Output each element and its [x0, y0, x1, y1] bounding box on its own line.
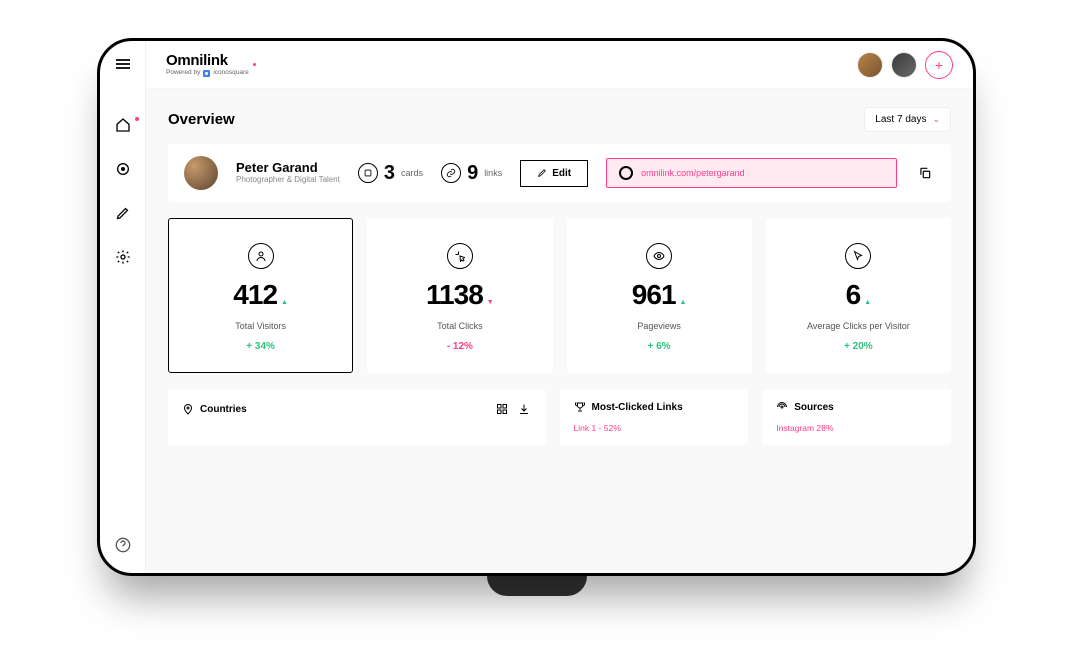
metric-value: 1138 — [426, 279, 483, 311]
profile-url: omnilink.com/petergarand — [641, 168, 745, 178]
metrics-grid: 412 ▲ Total Visitors + 34% 1138 ▼ Total Cl… — [168, 218, 951, 373]
profile-avatar — [184, 156, 218, 190]
workspace-avatar-2[interactable] — [891, 52, 917, 78]
eye-icon — [646, 243, 672, 269]
links-icon — [441, 163, 461, 183]
trend-up-icon: ▲ — [864, 299, 871, 306]
nav-edit[interactable] — [113, 203, 133, 223]
workspace-avatar-1[interactable] — [857, 52, 883, 78]
metric-value: 6 — [846, 279, 861, 311]
links-label: links — [484, 168, 502, 178]
download-button[interactable] — [516, 401, 532, 417]
metric-change: + 34% — [246, 341, 275, 352]
most-clicked-links-panel: Most-Clicked Links Link 1 - 52% — [560, 389, 749, 445]
metric-label: Average Clicks per Visitor — [807, 321, 910, 331]
metric-value: 412 — [233, 279, 277, 311]
profile-name: Peter Garand — [236, 161, 340, 175]
copy-icon — [918, 166, 932, 180]
panels-row: Countries Most-Clicked Links Link 1 - 52… — [168, 389, 951, 445]
iconosquare-icon — [203, 70, 210, 77]
metric-label: Total Visitors — [235, 321, 286, 331]
content-area: Overview Last 7 days ⌄ Peter Garand Phot… — [146, 89, 973, 573]
pin-icon — [182, 403, 194, 415]
trend-up-icon: ▲ — [281, 299, 288, 306]
cards-icon — [358, 163, 378, 183]
grid-view-button[interactable] — [494, 401, 510, 417]
metric-total-visitors[interactable]: 412 ▲ Total Visitors + 34% — [168, 218, 353, 373]
page-title: Overview — [168, 111, 235, 128]
copy-link-button[interactable] — [915, 163, 935, 183]
cursor-icon — [845, 243, 871, 269]
visitor-icon — [248, 243, 274, 269]
cards-label: cards — [401, 168, 423, 178]
metric-change: - 12% — [447, 341, 473, 352]
trophy-icon — [574, 401, 586, 413]
nav-help[interactable] — [113, 535, 133, 555]
profile-bar: Peter Garand Photographer & Digital Tale… — [168, 144, 951, 202]
metric-change: + 20% — [844, 341, 873, 352]
menu-icon[interactable] — [116, 59, 130, 69]
links-count: 9 — [467, 162, 478, 185]
sidebar — [100, 41, 146, 573]
metric-total-clicks[interactable]: 1138 ▼ Total Clicks - 12% — [367, 218, 552, 373]
date-range-label: Last 7 days — [875, 114, 926, 125]
metric-value: 961 — [632, 279, 676, 311]
trend-up-icon: ▲ — [680, 299, 687, 306]
metric-pageviews[interactable]: 961 ▲ Pageviews + 6% — [567, 218, 752, 373]
metric-avg-clicks[interactable]: 6▲ Average Clicks per Visitor + 20% — [766, 218, 951, 373]
link-row: Link 1 - 52% — [574, 423, 735, 433]
panel-title: Sources — [794, 402, 833, 413]
trend-down-icon: ▼ — [487, 299, 494, 306]
profile-role: Photographer & Digital Talent — [236, 176, 340, 185]
nav-settings[interactable] — [113, 247, 133, 267]
links-stat: 9 links — [441, 162, 502, 185]
powered-name: iconosquare — [213, 70, 248, 77]
panel-title: Most-Clicked Links — [592, 402, 683, 413]
cards-stat: 3 cards — [358, 162, 423, 185]
add-button[interactable]: + — [925, 51, 953, 79]
nav-home[interactable] — [113, 115, 133, 135]
source-row: Instagram 28% — [776, 423, 937, 433]
metric-change: + 6% — [648, 341, 671, 352]
brand-logo: Omnilink Powered by iconosquare — [166, 53, 249, 77]
date-range-filter[interactable]: Last 7 days ⌄ — [864, 107, 951, 132]
brand-name-text: Omnilink — [166, 52, 228, 69]
topbar: Omnilink Powered by iconosquare + — [146, 41, 973, 89]
powered-prefix: Powered by — [166, 70, 200, 77]
panel-title: Countries — [200, 404, 247, 415]
edit-button[interactable]: Edit — [520, 160, 588, 187]
profile-url-box[interactable]: omnilink.com/petergarand — [606, 158, 897, 188]
countries-panel: Countries — [168, 389, 546, 445]
metric-label: Pageviews — [637, 321, 681, 331]
click-icon — [447, 243, 473, 269]
edit-label: Edit — [552, 168, 571, 179]
metric-label: Total Clicks — [437, 321, 483, 331]
pencil-icon — [537, 168, 547, 178]
omnilink-icon — [619, 166, 633, 180]
broadcast-icon — [776, 401, 788, 413]
sources-panel: Sources Instagram 28% — [762, 389, 951, 445]
nav-target[interactable] — [113, 159, 133, 179]
cards-count: 3 — [384, 162, 395, 185]
chevron-down-icon: ⌄ — [932, 114, 940, 125]
